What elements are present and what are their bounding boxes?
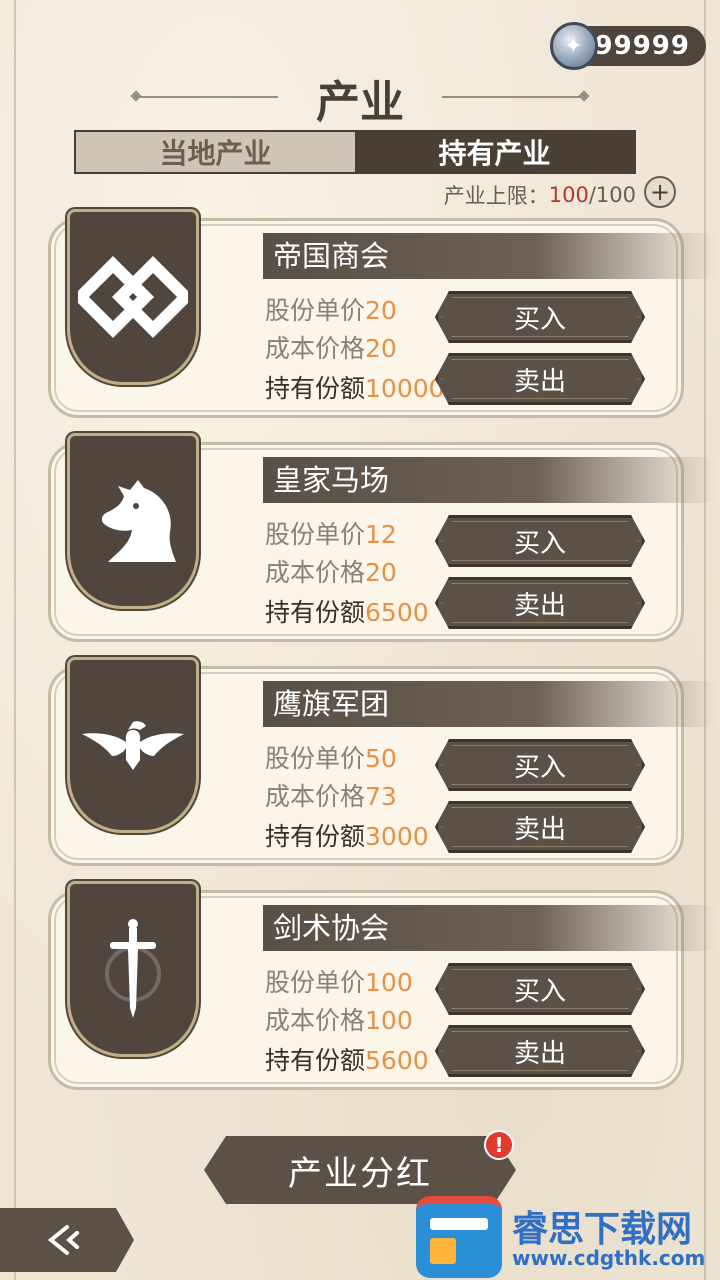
currency-amount: 99999 [594, 31, 690, 61]
watermark-text: 睿思下载网 [512, 1209, 693, 1250]
tab-owned-industry[interactable]: 持有产业 [355, 132, 634, 172]
buy-button[interactable]: 买入 [435, 963, 645, 1015]
share-price: 股份单价50 [265, 739, 397, 775]
share-price: 股份单价100 [265, 963, 413, 999]
limit-separator: / [588, 183, 596, 207]
industry-limit: 产业上限： 100 / 100 [444, 180, 636, 210]
industry-name: 鹰旗军团 [263, 681, 717, 727]
cost-price: 成本价格100 [265, 1001, 413, 1037]
plus-icon[interactable]: + [644, 176, 676, 208]
sell-button[interactable]: 卖出 [435, 801, 645, 853]
cost-price-label: 成本价格 [265, 782, 366, 811]
share-price-label: 股份单价 [265, 296, 366, 325]
share-price-label: 股份单价 [265, 744, 366, 773]
holding-shares-label: 持有份额 [265, 822, 366, 851]
cost-price: 成本价格20 [265, 553, 397, 589]
holding-shares: 持有份额6500 [265, 593, 429, 629]
cost-price: 成本价格20 [265, 329, 397, 365]
holding-shares-label: 持有份额 [265, 598, 366, 627]
limit-current: 100 [548, 183, 589, 207]
holding-shares: 持有份额5600 [265, 1041, 429, 1077]
back-arrow-icon [45, 1223, 89, 1257]
industry-card: 鹰旗军团 股份单价50 成本价格73 持有份额3000 买入 卖出 [48, 657, 717, 866]
share-price-value: 100 [365, 968, 413, 997]
share-price: 股份单价20 [265, 291, 397, 327]
buy-button[interactable]: 买入 [435, 291, 645, 343]
industry-name: 皇家马场 [263, 457, 717, 503]
share-price-label: 股份单价 [265, 968, 366, 997]
holding-shares-value: 10000 [365, 374, 445, 403]
dividend-button[interactable]: 产业分红 [204, 1136, 516, 1204]
alert-icon: ! [484, 1130, 514, 1160]
cost-price-label: 成本价格 [265, 558, 366, 587]
tab-local-industry[interactable]: 当地产业 [76, 132, 355, 172]
cost-price: 成本价格73 [265, 777, 397, 813]
watermark-url: www.cdgthk.com [512, 1246, 706, 1270]
holding-shares-value: 3000 [365, 822, 429, 851]
cost-price-label: 成本价格 [265, 1006, 366, 1035]
holding-shares-value: 5600 [365, 1046, 429, 1075]
cost-price-label: 成本价格 [265, 334, 366, 363]
share-price-value: 12 [365, 520, 397, 549]
industry-card: 皇家马场 股份单价12 成本价格20 持有份额6500 买入 卖出 [48, 433, 717, 642]
buy-button[interactable]: 买入 [435, 515, 645, 567]
limit-max: 100 [595, 183, 636, 207]
currency-display: ✦ 99999 [550, 22, 706, 70]
industry-card: 帝国商会 股份单价20 成本价格20 持有份额10000 买入 卖出 [48, 209, 717, 418]
share-price: 股份单价12 [265, 515, 397, 551]
interlocked-diamond-icon [67, 209, 199, 385]
sell-button[interactable]: 卖出 [435, 577, 645, 629]
watermark: 睿思下载网 www.cdgthk.com [416, 1196, 716, 1278]
title-ornament-right [442, 96, 582, 98]
sell-button[interactable]: 卖出 [435, 353, 645, 405]
watermark-logo-icon [416, 1196, 502, 1278]
cost-price-value: 20 [365, 334, 397, 363]
industry-card: 剑术协会 股份单价100 成本价格100 持有份额5600 买入 卖出 [48, 881, 717, 1090]
buy-button[interactable]: 买入 [435, 739, 645, 791]
horse-head-icon [67, 433, 199, 609]
share-price-value: 50 [365, 744, 397, 773]
share-price-value: 20 [365, 296, 397, 325]
silver-star-coin-icon: ✦ [550, 22, 598, 70]
eagle-icon [67, 657, 199, 833]
holding-shares: 持有份额10000 [265, 369, 445, 405]
cost-price-value: 73 [365, 782, 397, 811]
share-price-label: 股份单价 [265, 520, 366, 549]
holding-shares-label: 持有份额 [265, 1046, 366, 1075]
holding-shares: 持有份额3000 [265, 817, 429, 853]
holding-shares-label: 持有份额 [265, 374, 366, 403]
back-button[interactable] [0, 1208, 134, 1272]
sell-button[interactable]: 卖出 [435, 1025, 645, 1077]
limit-label: 产业上限： [443, 184, 549, 208]
page-title: 产业 [316, 77, 404, 128]
tab-bar: 当地产业 持有产业 [74, 130, 636, 174]
cost-price-value: 100 [365, 1006, 413, 1035]
cost-price-value: 20 [365, 558, 397, 587]
industry-name: 帝国商会 [263, 233, 717, 279]
sword-icon [67, 881, 199, 1057]
industry-name: 剑术协会 [263, 905, 717, 951]
holding-shares-value: 6500 [365, 598, 429, 627]
